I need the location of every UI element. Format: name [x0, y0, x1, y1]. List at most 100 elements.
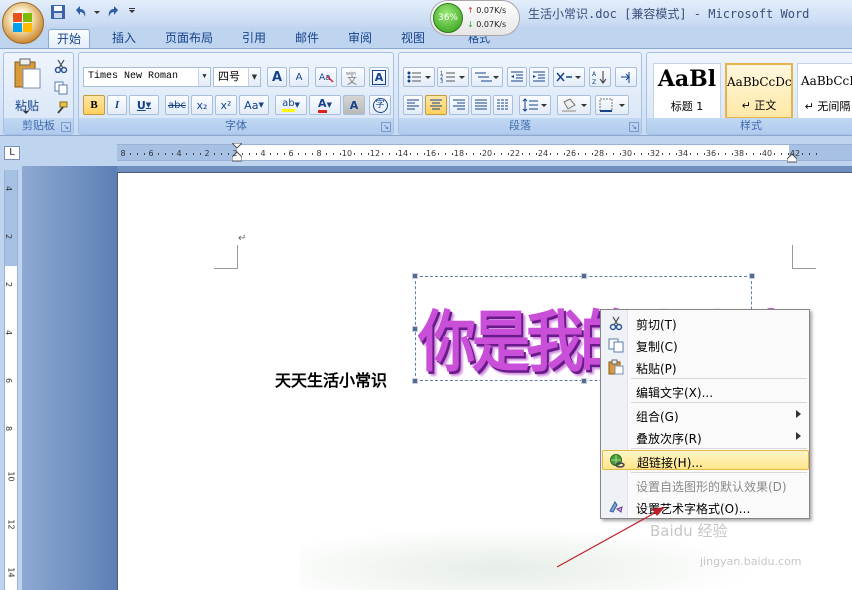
- ruler-tick-label: 6: [288, 149, 294, 158]
- ruler-tick-mark: [270, 153, 271, 155]
- clear-formatting-button[interactable]: Aa: [315, 67, 337, 87]
- vertical-ruler[interactable]: 4 2 2 4 6 8 10 12 14: [4, 170, 18, 590]
- enclose-char-button[interactable]: 字: [369, 95, 391, 115]
- resize-handle-top-right[interactable]: [749, 273, 755, 279]
- line-spacing-button[interactable]: [519, 95, 551, 115]
- tab-mailings[interactable]: 邮件: [287, 29, 327, 48]
- asian-layout-icon: [556, 72, 581, 82]
- style-heading-1[interactable]: AaBl 标题 1: [653, 63, 721, 119]
- char-border-button[interactable]: A: [369, 67, 389, 87]
- subscript-button[interactable]: x₂: [191, 95, 213, 115]
- cut-button[interactable]: [52, 57, 70, 75]
- crop-mark-top-right: [792, 245, 816, 269]
- increase-indent-button[interactable]: [529, 67, 549, 87]
- paste-icon: [14, 58, 41, 89]
- char-shading-button[interactable]: A: [343, 95, 365, 115]
- superscript-button[interactable]: x²: [215, 95, 237, 115]
- redo-icon[interactable]: [106, 4, 122, 20]
- ruler-tick-label: 14: [397, 149, 409, 158]
- shading-button[interactable]: [557, 95, 591, 115]
- font-color-button[interactable]: A ▼: [309, 95, 341, 115]
- body-text[interactable]: 天天生活小常识: [275, 367, 387, 391]
- resize-handle-top[interactable]: [581, 273, 587, 279]
- align-center-button[interactable]: [425, 95, 447, 115]
- style-no-spacing[interactable]: AaBbCcI ↵ 无间隔: [797, 63, 852, 119]
- ruler-tick-mark: [193, 153, 194, 155]
- menu-item-edit-text[interactable]: 编辑文字(X)...: [602, 381, 809, 401]
- save-icon[interactable]: [50, 4, 66, 20]
- resize-handle-bottom-left[interactable]: [412, 378, 418, 384]
- phonetic-guide-button[interactable]: wén 文: [341, 67, 365, 87]
- numbering-button[interactable]: 123: [437, 67, 469, 87]
- multilevel-list-button[interactable]: [471, 67, 503, 87]
- copy-button[interactable]: [52, 79, 70, 97]
- highlight-button[interactable]: ab ▼: [275, 95, 307, 115]
- italic-button[interactable]: I: [107, 95, 127, 115]
- ruler-tick-mark: [690, 153, 691, 155]
- tab-selector-button[interactable]: L: [4, 146, 20, 160]
- decrease-indent-button[interactable]: [507, 67, 527, 87]
- paragraph-launcher-icon[interactable]: ↘: [629, 122, 639, 132]
- ruler-tick-mark: [305, 153, 306, 155]
- menu-item-cut[interactable]: 剪切(T): [602, 313, 809, 333]
- undo-icon[interactable]: [72, 4, 88, 20]
- menu-item-order[interactable]: 叠放次序(R): [602, 427, 809, 447]
- customize-qat-icon[interactable]: [128, 4, 136, 20]
- sort-button[interactable]: AZ: [589, 67, 611, 87]
- horizontal-ruler[interactable]: 8 6 4 2 2 4 6 8 10 12 14 16 18 20 22 24 26 28 30 32 34 36 38 40…: [117, 143, 852, 163]
- tab-home[interactable]: 开始: [48, 29, 91, 48]
- ruler-tick-label: 4: [4, 329, 14, 336]
- asian-layout-button[interactable]: [553, 67, 585, 87]
- style-no-spacing-preview: AaBbCcI: [801, 74, 852, 88]
- clipboard-launcher-icon[interactable]: ↘: [61, 122, 71, 132]
- underline-button[interactable]: U ▼: [129, 95, 159, 115]
- ruler-tick-mark: [298, 153, 299, 155]
- bullets-button[interactable]: [403, 67, 435, 87]
- distributed-icon: [497, 99, 509, 110]
- tab-insert[interactable]: 插入: [104, 29, 144, 48]
- underline-dropdown-icon[interactable]: ▼: [146, 101, 151, 109]
- download-arrow-icon: ↓: [467, 20, 474, 29]
- grow-font-button[interactable]: A: [267, 67, 287, 87]
- font-name-dropdown-icon[interactable]: ▼: [198, 68, 210, 86]
- font-name-combo[interactable]: Times New Roman ▼: [83, 67, 211, 87]
- paste-button[interactable]: 粘贴: [7, 57, 47, 117]
- font-launcher-icon[interactable]: ↘: [381, 122, 391, 132]
- align-right-button[interactable]: [449, 95, 469, 115]
- menu-item-group[interactable]: 组合(G): [602, 405, 809, 425]
- submenu-arrow-icon: [796, 432, 801, 440]
- resize-handle-top-left[interactable]: [412, 273, 418, 279]
- highlight-dropdown-icon[interactable]: ▼: [295, 101, 300, 109]
- strikethrough-button[interactable]: abc: [165, 95, 189, 115]
- borders-button[interactable]: [595, 95, 629, 115]
- font-color-dropdown-icon[interactable]: ▼: [327, 101, 332, 109]
- menu-item-paste[interactable]: 粘贴(P): [602, 357, 809, 377]
- ruler-tick-label: 10: [341, 149, 353, 158]
- tab-view[interactable]: 视图: [393, 29, 433, 48]
- menu-item-hyperlink[interactable]: 超链接(H)...: [602, 450, 809, 470]
- shrink-font-button[interactable]: A: [289, 67, 309, 87]
- office-button[interactable]: [2, 2, 44, 44]
- font-size-combo[interactable]: 四号 ▼: [213, 67, 261, 87]
- bold-button[interactable]: B: [83, 95, 105, 115]
- format-painter-button[interactable]: [52, 99, 70, 117]
- paint-bucket-icon: [562, 98, 587, 112]
- tab-review[interactable]: 审阅: [340, 29, 380, 48]
- tab-page-layout[interactable]: 页面布局: [157, 29, 221, 48]
- resize-handle-bottom[interactable]: [581, 378, 587, 384]
- distributed-button[interactable]: [493, 95, 513, 115]
- tab-references[interactable]: 引用: [234, 29, 274, 48]
- menu-item-format-wordart[interactable]: 设置艺术字格式(O)...: [602, 497, 809, 517]
- justify-button[interactable]: [471, 95, 491, 115]
- align-left-button[interactable]: [403, 95, 423, 115]
- menu-item-copy[interactable]: 复制(C): [602, 335, 809, 355]
- change-case-button[interactable]: Aa ▼: [239, 95, 269, 115]
- show-marks-button[interactable]: [615, 67, 637, 87]
- resize-handle-left[interactable]: [412, 326, 418, 332]
- style-normal[interactable]: AaBbCcDc ↵ 正文: [725, 63, 793, 119]
- font-size-dropdown-icon[interactable]: ▼: [248, 68, 260, 86]
- ruler-tick-label: 8: [316, 149, 322, 158]
- undo-dropdown-icon[interactable]: [94, 4, 100, 20]
- paste-dropdown-icon[interactable]: [23, 111, 29, 114]
- change-case-dropdown-icon[interactable]: ▼: [258, 101, 263, 109]
